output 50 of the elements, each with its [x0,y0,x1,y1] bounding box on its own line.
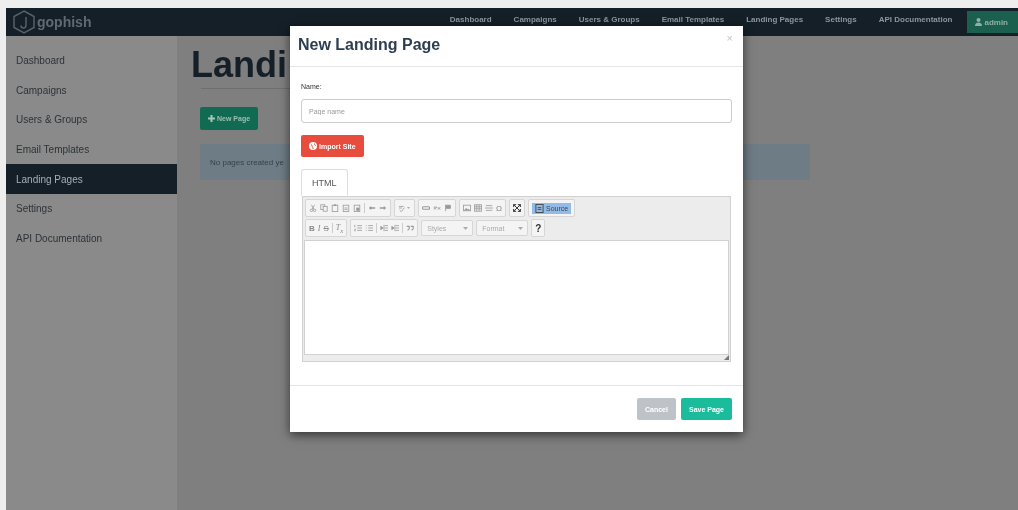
caret-icon [518,226,524,230]
paste-word-icon[interactable] [353,204,361,212]
paste-text-icon[interactable] [342,204,350,212]
quote-icon[interactable] [406,224,415,232]
table-icon[interactable] [474,204,482,212]
nav-link[interactable]: Landing Pages [746,15,804,24]
numbered-list-icon[interactable] [354,224,363,232]
maximize-icon[interactable] [513,204,521,212]
nav-link[interactable]: Settings [825,15,857,24]
indent-icon[interactable] [391,224,400,232]
modal-title: New Landing Page [298,36,441,54]
document-icon [535,203,544,213]
brand-name[interactable]: gophish [37,14,92,30]
sidebar-item[interactable]: Dashboard [6,46,177,76]
nav-link[interactable]: Users & Groups [578,15,640,24]
redo-icon[interactable] [379,204,387,212]
flag-icon[interactable] [444,204,452,212]
spellcheck-icon[interactable] [398,204,411,212]
cut-icon[interactable] [309,204,317,212]
undo-icon[interactable] [368,204,376,212]
sidebar-item[interactable]: Settings [6,193,177,224]
sidebar-item[interactable]: API Documentation [6,223,177,254]
user-icon [975,18,983,26]
italic-button[interactable]: I [317,223,321,233]
copy-icon[interactable] [320,204,328,212]
plus-icon [208,115,215,122]
strikethrough-button[interactable]: S [323,223,329,233]
bulleted-list-icon[interactable] [365,224,374,232]
nav-link[interactable]: Email Templates [661,15,725,24]
outdent-icon[interactable] [380,224,389,232]
sidebar-item[interactable]: Email Templates [6,134,177,165]
user-menu-button[interactable]: admin [967,11,1018,33]
special-character-button[interactable]: Ω [496,203,502,213]
sidebar-item[interactable]: Campaigns [6,75,177,106]
caret-icon [463,226,469,230]
remove-format-button[interactable]: T$_{x}$ [335,222,344,234]
sidebar-item[interactable]: Landing Pages [6,164,177,194]
nav-link[interactable]: API Documentation [878,15,953,24]
page-heading: Landi [191,43,287,87]
sidebar-item[interactable]: Users & Groups [6,105,177,135]
hexagon-logo-icon [13,10,35,34]
editor-area[interactable] [304,240,729,355]
nav-link[interactable]: Dashboard [449,15,492,24]
nav-link[interactable]: Campaigns [513,15,557,24]
link-icon[interactable] [422,204,430,212]
horizontal-line-icon[interactable] [485,204,493,212]
paste-icon[interactable] [331,204,339,212]
editor-tab[interactable]: HTML [301,169,348,196]
image-icon[interactable] [463,204,471,212]
bold-button[interactable]: B [309,223,315,233]
